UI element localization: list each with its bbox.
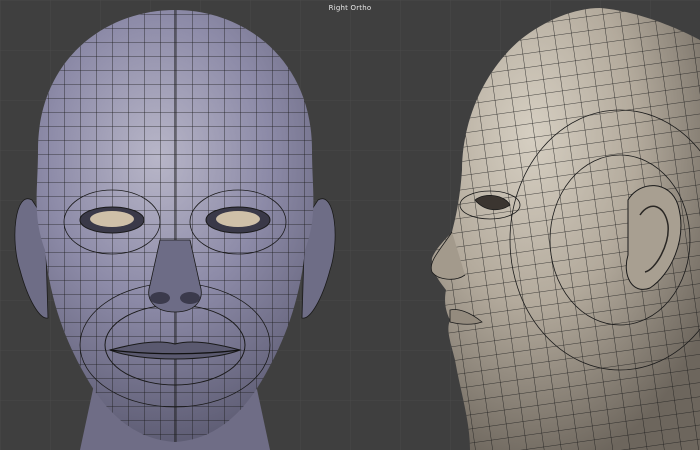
right-eye-hole <box>216 211 260 227</box>
3d-viewport[interactable]: Right Ortho <box>0 0 700 450</box>
view-label: Right Ortho <box>328 4 372 12</box>
left-eye-hole <box>90 211 134 227</box>
viewport-canvas[interactable] <box>0 0 700 450</box>
